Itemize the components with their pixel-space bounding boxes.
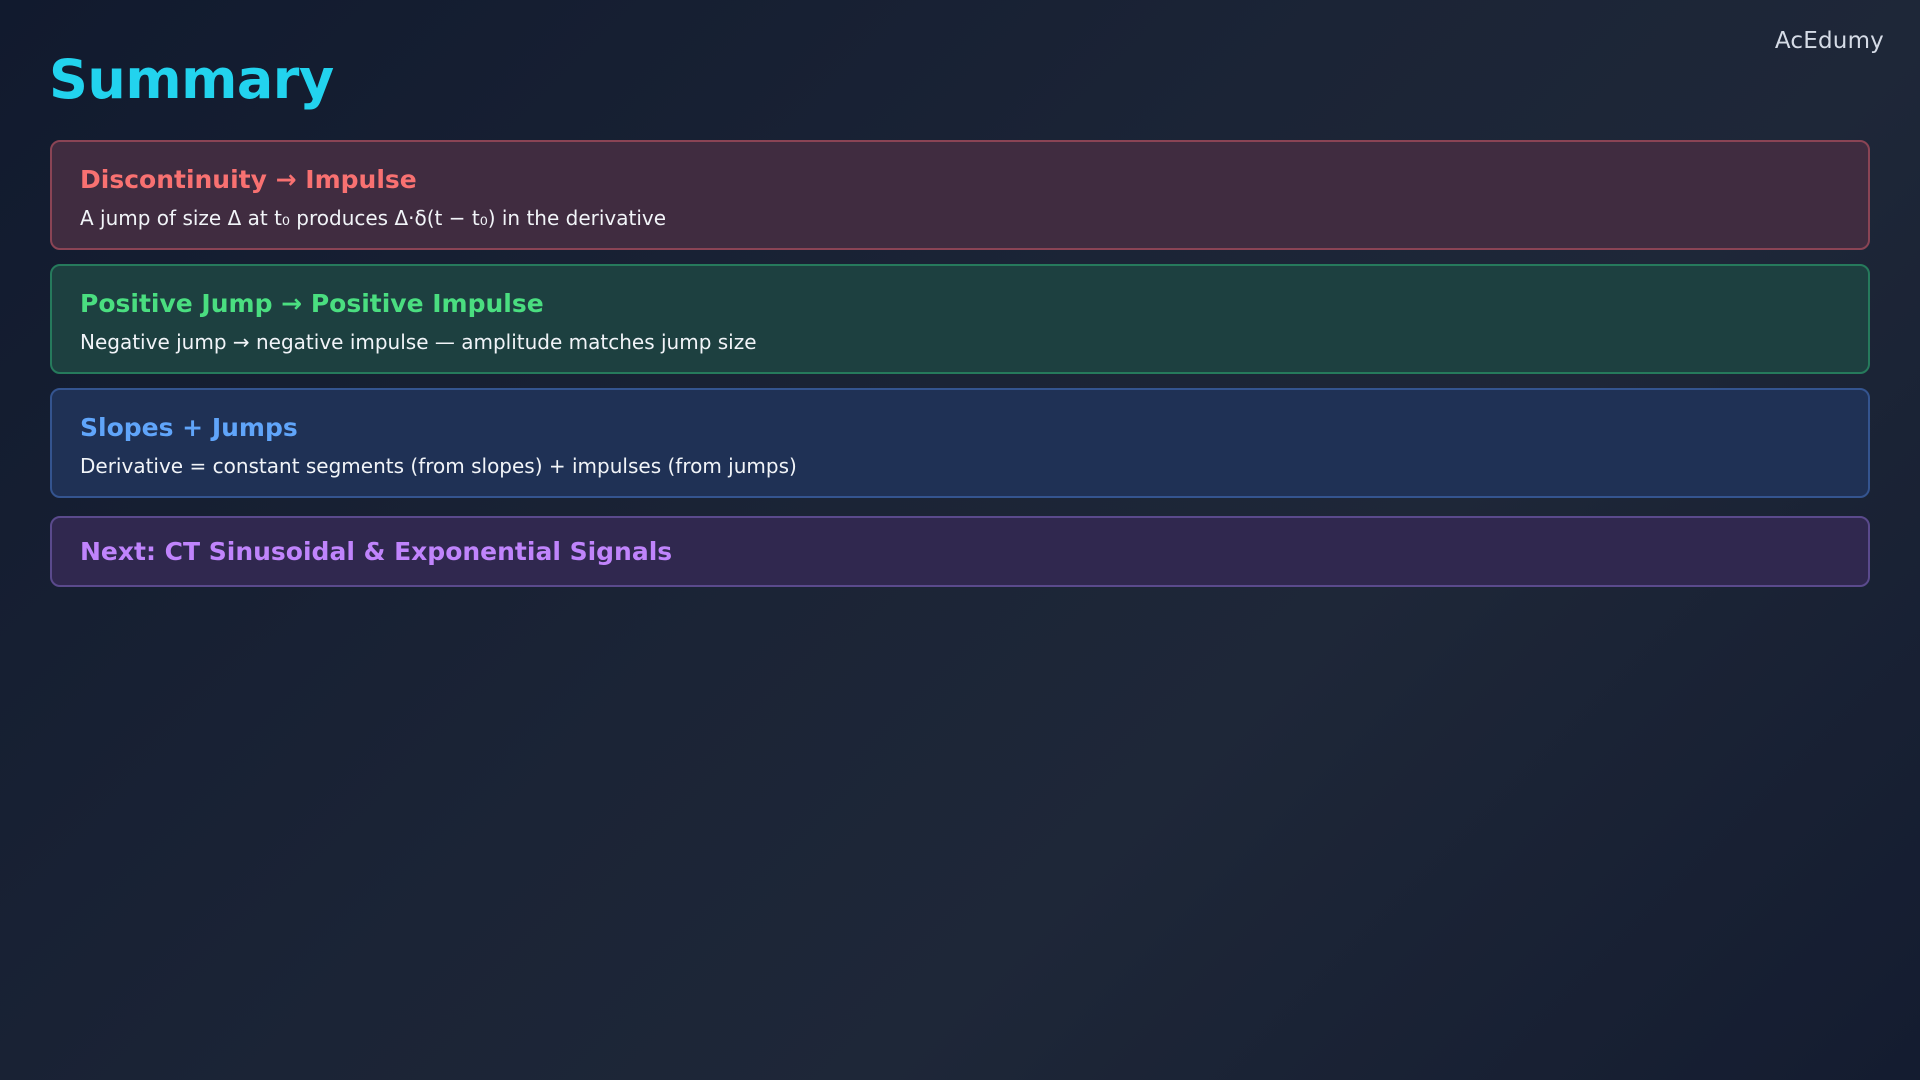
summary-card-discontinuity: Discontinuity → Impulse A jump of size Δ… <box>50 140 1870 250</box>
card-title: Slopes + Jumps <box>80 413 298 442</box>
page-title: Summary <box>49 48 334 111</box>
summary-card-list: Discontinuity → Impulse A jump of size Δ… <box>50 140 1870 601</box>
card-description: A jump of size Δ at t₀ produces Δ·δ(t − … <box>80 206 667 230</box>
card-title: Discontinuity → Impulse <box>80 165 417 194</box>
summary-card-positive-jump: Positive Jump → Positive Impulse Negativ… <box>50 264 1870 374</box>
card-description: Negative jump → negative impulse — ampli… <box>80 330 757 354</box>
next-topic-card: Next: CT Sinusoidal & Exponential Signal… <box>50 516 1870 587</box>
summary-card-slopes-jumps: Slopes + Jumps Derivative = constant seg… <box>50 388 1870 498</box>
next-topic-title: Next: CT Sinusoidal & Exponential Signal… <box>80 537 673 566</box>
card-title: Positive Jump → Positive Impulse <box>80 289 544 318</box>
card-description: Derivative = constant segments (from slo… <box>80 454 797 478</box>
brand-logo-text: AcEdumy <box>1774 28 1884 54</box>
